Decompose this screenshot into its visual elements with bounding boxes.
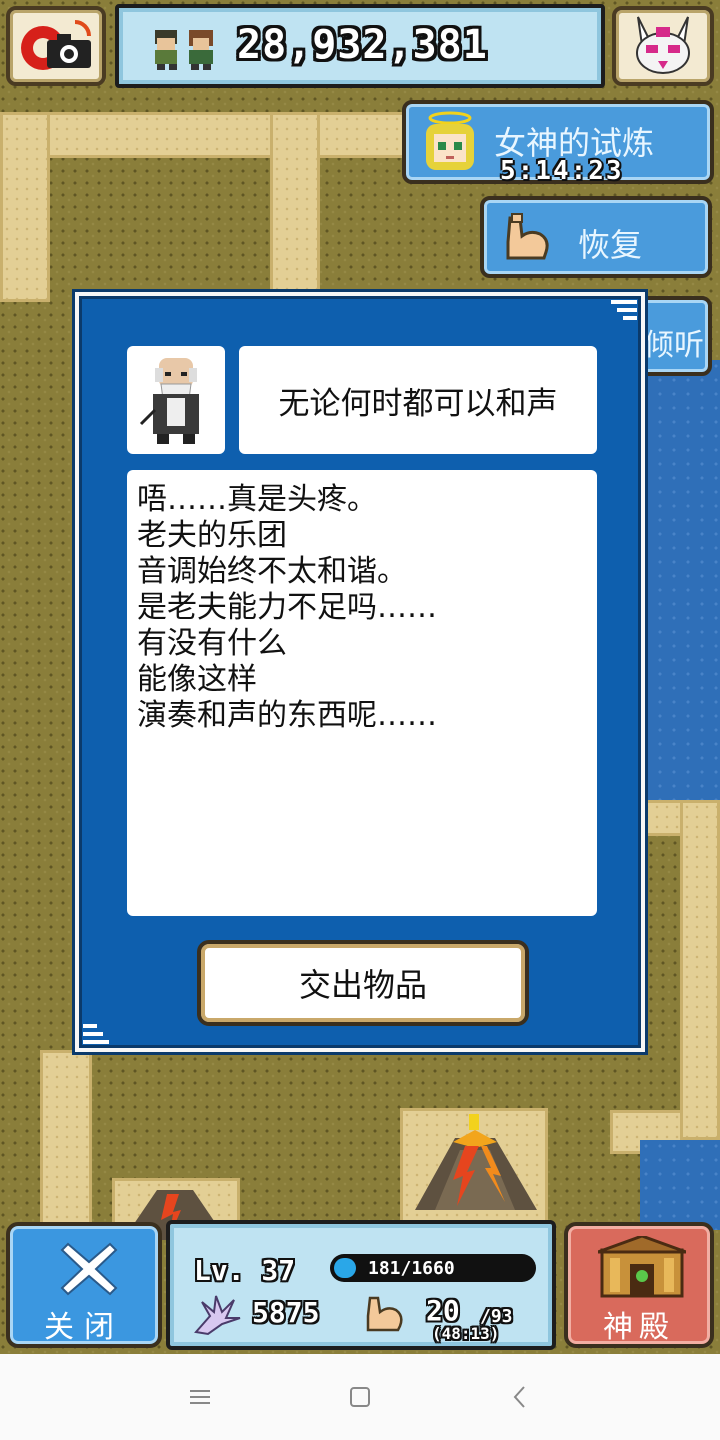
message-line: 音调始终不太和谐。 (137, 554, 407, 589)
power-value: 5875 (252, 1296, 320, 1329)
recover-button[interactable]: 恢复 (480, 196, 712, 278)
home-nav-button[interactable] (340, 1377, 380, 1417)
claw-power-icon (194, 1295, 241, 1336)
money-display: 28,932,381 (115, 4, 605, 88)
close-button[interactable]: 关闭 (6, 1222, 162, 1348)
flexed-arm-icon (366, 1296, 403, 1332)
recover-label: 恢复 (578, 226, 643, 264)
screenshot-button[interactable] (6, 6, 106, 86)
exp-text: 181/1660 (368, 1258, 455, 1279)
stamina-timer: (48:13) (432, 1324, 500, 1343)
message-line: 是老夫能力不足吗…… (137, 590, 437, 625)
goddess-icon (426, 111, 474, 170)
level-label: Lv. 37 (194, 1254, 296, 1287)
menu-icon (190, 1390, 210, 1404)
sand-path (0, 112, 50, 302)
sand-path (270, 112, 320, 297)
home-square-icon (350, 1387, 370, 1407)
goddess-trial-button[interactable]: 女神的试炼 5:14:23 (402, 100, 714, 186)
river-water (640, 360, 720, 800)
camera-icon (21, 20, 91, 70)
heroes-icon (155, 30, 213, 70)
exp-bar: 181/1660 (330, 1254, 536, 1282)
dialog-title: 无论何时都可以和声 (278, 385, 558, 422)
dialog-title-box: 无论何时都可以和声 (239, 346, 597, 454)
sand-path (0, 112, 420, 158)
system-navigation-bar (0, 1354, 720, 1440)
temple-icon (598, 1236, 686, 1298)
sand-path (40, 1050, 92, 1230)
npc-portrait (127, 346, 225, 454)
npc-dialog: 无论何时都可以和声 唔……真是头疼。 老夫的乐团 音调始终不太和谐。 是老夫能力… (75, 292, 645, 1052)
player-status-panel: Lv. 37 181/1660 5875 20 /93 (48:13) (166, 1220, 556, 1350)
back-chevron-icon (513, 1386, 525, 1408)
listen-label: 倾听 (644, 328, 704, 363)
volcano-icon[interactable] (405, 1110, 545, 1220)
message-line: 唔……真是头疼。 (137, 482, 377, 517)
close-icon (60, 1242, 118, 1296)
bunny-event-button[interactable] (612, 6, 714, 86)
message-line: 能像这样 (137, 662, 257, 697)
dialog-message-box: 唔……真是头疼。 老夫的乐团 音调始终不太和谐。 是老夫能力不足吗…… 有没有什… (127, 470, 597, 916)
stamina-current: 20 (426, 1294, 460, 1327)
old-man-icon (139, 358, 199, 444)
temple-button[interactable]: 神殿 (564, 1222, 714, 1348)
bunny-mask-icon (636, 16, 690, 74)
money-amount: 28,932,381 (237, 22, 488, 68)
exp-bar-fill (334, 1258, 356, 1278)
sand-path (680, 800, 720, 1140)
message-line: 老夫的乐团 (137, 518, 287, 553)
river-water (640, 1140, 720, 1230)
hand-over-item-button[interactable]: 交出物品 (197, 940, 529, 1026)
temple-label: 神殿 (603, 1310, 675, 1345)
back-nav-button[interactable] (500, 1377, 540, 1417)
close-label: 关闭 (44, 1310, 124, 1345)
message-line: 演奏和声的东西呢…… (137, 698, 437, 733)
message-line: 有没有什么 (137, 626, 287, 661)
menu-nav-button[interactable] (180, 1377, 220, 1417)
flexed-arm-icon (506, 213, 549, 260)
goddess-trial-timer: 5:14:23 (500, 156, 624, 186)
